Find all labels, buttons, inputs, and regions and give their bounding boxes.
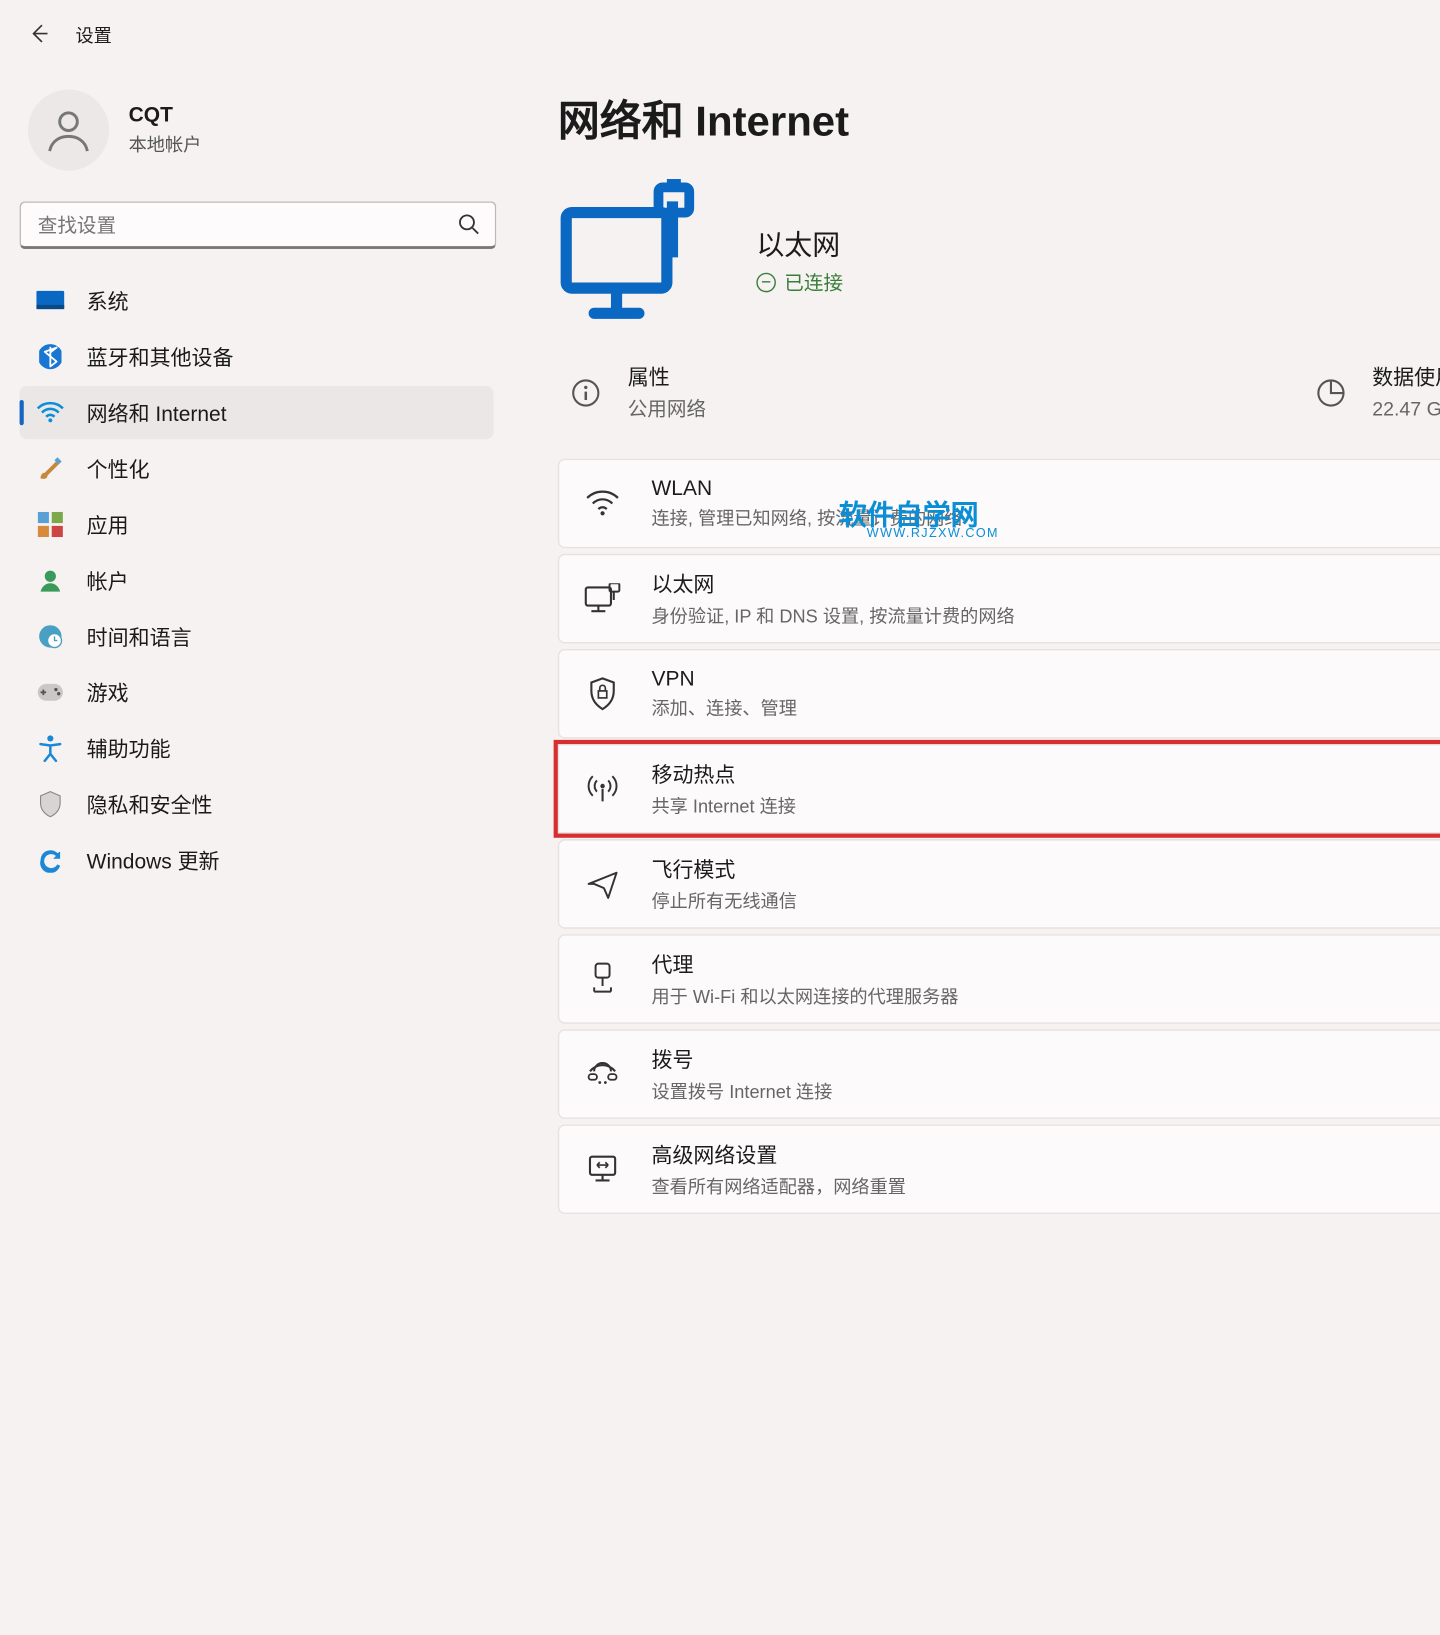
- sidebar-item-gaming[interactable]: 游戏: [20, 666, 494, 719]
- card-dialup[interactable]: 拨号 设置拨号 Internet 连接 ›: [558, 1029, 1440, 1119]
- info-icon: [569, 376, 603, 410]
- sidebar-item-network[interactable]: 网络和 Internet: [20, 386, 494, 439]
- sidebar-item-time-language[interactable]: 时间和语言: [20, 610, 494, 663]
- update-icon: [36, 846, 64, 874]
- titlebar: 设置: [0, 0, 1440, 67]
- properties-subtitle: 公用网络: [628, 394, 706, 422]
- card-title: 代理: [651, 950, 1440, 979]
- card-subtitle: 设置拨号 Internet 连接: [651, 1077, 1440, 1104]
- data-usage-subtitle: 22.47 GB，过去 30 天: [1372, 394, 1440, 422]
- data-usage-icon: [1313, 376, 1347, 410]
- dialup-icon: [584, 1056, 620, 1092]
- sidebar-item-label: 帐户: [87, 566, 129, 595]
- card-title: 拨号: [651, 1045, 1440, 1074]
- back-button[interactable]: [11, 6, 67, 62]
- settings-cards: WLAN 连接, 管理已知网络, 按流量计费的网络 开 › 以太网 身份验证, …: [558, 459, 1440, 1214]
- wifi-icon: [36, 399, 64, 427]
- card-title: WLAN: [651, 477, 1440, 501]
- card-proxy[interactable]: 代理 用于 Wi-Fi 和以太网连接的代理服务器 ›: [558, 934, 1440, 1024]
- card-advanced[interactable]: 高级网络设置 查看所有网络适配器，网络重置 ›: [558, 1124, 1440, 1214]
- card-title: 高级网络设置: [651, 1140, 1440, 1169]
- card-title: 移动热点: [651, 759, 1440, 788]
- accessibility-icon: [36, 734, 64, 762]
- card-wlan[interactable]: WLAN 连接, 管理已知网络, 按流量计费的网络 开 ›: [558, 459, 1440, 549]
- sidebar-item-label: 应用: [87, 510, 129, 539]
- sidebar-item-label: 时间和语言: [87, 622, 192, 651]
- nav-list: 系统 蓝牙和其他设备 网络和 Internet 个性化 应用 帐户: [20, 274, 502, 887]
- content-area: 网络和 Internet 以太网 已连接 属性 公用网络: [502, 84, 1440, 1214]
- card-airplane[interactable]: 飞行模式 停止所有无线通信 关 ›: [558, 839, 1440, 929]
- card-title: 以太网: [651, 569, 1440, 598]
- arrow-left-icon: [28, 22, 50, 44]
- connection-status: 以太网 已连接: [558, 179, 1440, 340]
- card-subtitle: 共享 Internet 连接: [651, 792, 1440, 819]
- time-icon: [36, 622, 64, 650]
- card-title: 飞行模式: [651, 855, 1440, 884]
- sidebar-item-label: 辅助功能: [87, 734, 171, 763]
- system-icon: [36, 287, 64, 315]
- game-icon: [36, 678, 64, 706]
- brush-icon: [36, 455, 64, 483]
- card-title: VPN: [651, 667, 1440, 691]
- sidebar-item-personalization[interactable]: 个性化: [20, 442, 494, 495]
- card-subtitle: 身份验证, IP 和 DNS 设置, 按流量计费的网络: [651, 601, 1440, 628]
- search-input[interactable]: [20, 201, 497, 249]
- sidebar-item-label: 蓝牙和其他设备: [87, 342, 234, 371]
- card-vpn[interactable]: VPN 添加、连接、管理 ›: [558, 649, 1440, 739]
- sidebar-item-windows-update[interactable]: Windows 更新: [20, 834, 494, 887]
- sidebar-item-label: Windows 更新: [87, 845, 220, 874]
- window-title: 设置: [75, 20, 111, 47]
- search-icon: [457, 213, 479, 241]
- sidebar-item-label: 系统: [87, 286, 129, 315]
- page-title: 网络和 Internet: [558, 87, 1440, 149]
- person-icon: [43, 105, 93, 155]
- user-name: CQT: [129, 103, 202, 127]
- connection-name: 以太网: [756, 222, 843, 263]
- globe-icon: [756, 273, 776, 293]
- sidebar-item-accounts[interactable]: 帐户: [20, 554, 494, 607]
- proxy-icon: [584, 961, 620, 997]
- card-subtitle: 添加、连接、管理: [651, 694, 1440, 721]
- airplane-icon: [584, 866, 620, 902]
- account-icon: [36, 566, 64, 594]
- sidebar: CQT 本地帐户 系统 蓝牙和其他设备 网络和 Internet: [20, 84, 502, 1214]
- shield-icon: [36, 790, 64, 818]
- sidebar-item-label: 网络和 Internet: [87, 398, 227, 427]
- apps-icon: [36, 511, 64, 539]
- avatar: [28, 90, 109, 171]
- connection-status-text: 已连接: [756, 269, 843, 297]
- data-usage-link[interactable]: 数据使用量 22.47 GB，过去 30 天 ›: [1313, 362, 1440, 422]
- advanced-network-icon: [584, 1151, 620, 1187]
- sidebar-item-system[interactable]: 系统: [20, 274, 494, 327]
- card-subtitle: 连接, 管理已知网络, 按流量计费的网络: [651, 504, 1440, 531]
- card-subtitle: 停止所有无线通信: [651, 887, 1440, 914]
- sidebar-item-bluetooth[interactable]: 蓝牙和其他设备: [20, 330, 494, 383]
- properties-title: 属性: [628, 362, 706, 391]
- card-subtitle: 查看所有网络适配器，网络重置: [651, 1172, 1440, 1199]
- card-subtitle: 用于 Wi-Fi 和以太网连接的代理服务器: [651, 982, 1440, 1009]
- sidebar-item-label: 隐私和安全性: [87, 790, 213, 819]
- sidebar-item-label: 游戏: [87, 678, 129, 707]
- properties-link[interactable]: 属性 公用网络: [569, 362, 1230, 422]
- card-ethernet[interactable]: 以太网 身份验证, IP 和 DNS 设置, 按流量计费的网络 ›: [558, 554, 1440, 644]
- bluetooth-icon: [36, 343, 64, 371]
- sidebar-item-apps[interactable]: 应用: [20, 498, 494, 551]
- vpn-shield-icon: [584, 676, 620, 712]
- search-container: [20, 201, 502, 274]
- user-profile[interactable]: CQT 本地帐户: [20, 84, 502, 201]
- ethernet-icon: [584, 580, 620, 616]
- sidebar-item-accessibility[interactable]: 辅助功能: [20, 722, 494, 775]
- quick-info-row: 属性 公用网络 数据使用量 22.47 GB，过去 30 天 ›: [558, 354, 1440, 459]
- card-hotspot[interactable]: 移动热点 共享 Internet 连接 开 ›: [558, 744, 1440, 834]
- hotspot-icon: [584, 771, 620, 807]
- ethernet-monitor-icon: [558, 179, 712, 340]
- sidebar-item-label: 个性化: [87, 454, 150, 483]
- sidebar-item-privacy[interactable]: 隐私和安全性: [20, 778, 494, 831]
- data-usage-title: 数据使用量: [1372, 362, 1440, 391]
- wifi-icon: [584, 485, 620, 521]
- user-account-type: 本地帐户: [129, 130, 202, 157]
